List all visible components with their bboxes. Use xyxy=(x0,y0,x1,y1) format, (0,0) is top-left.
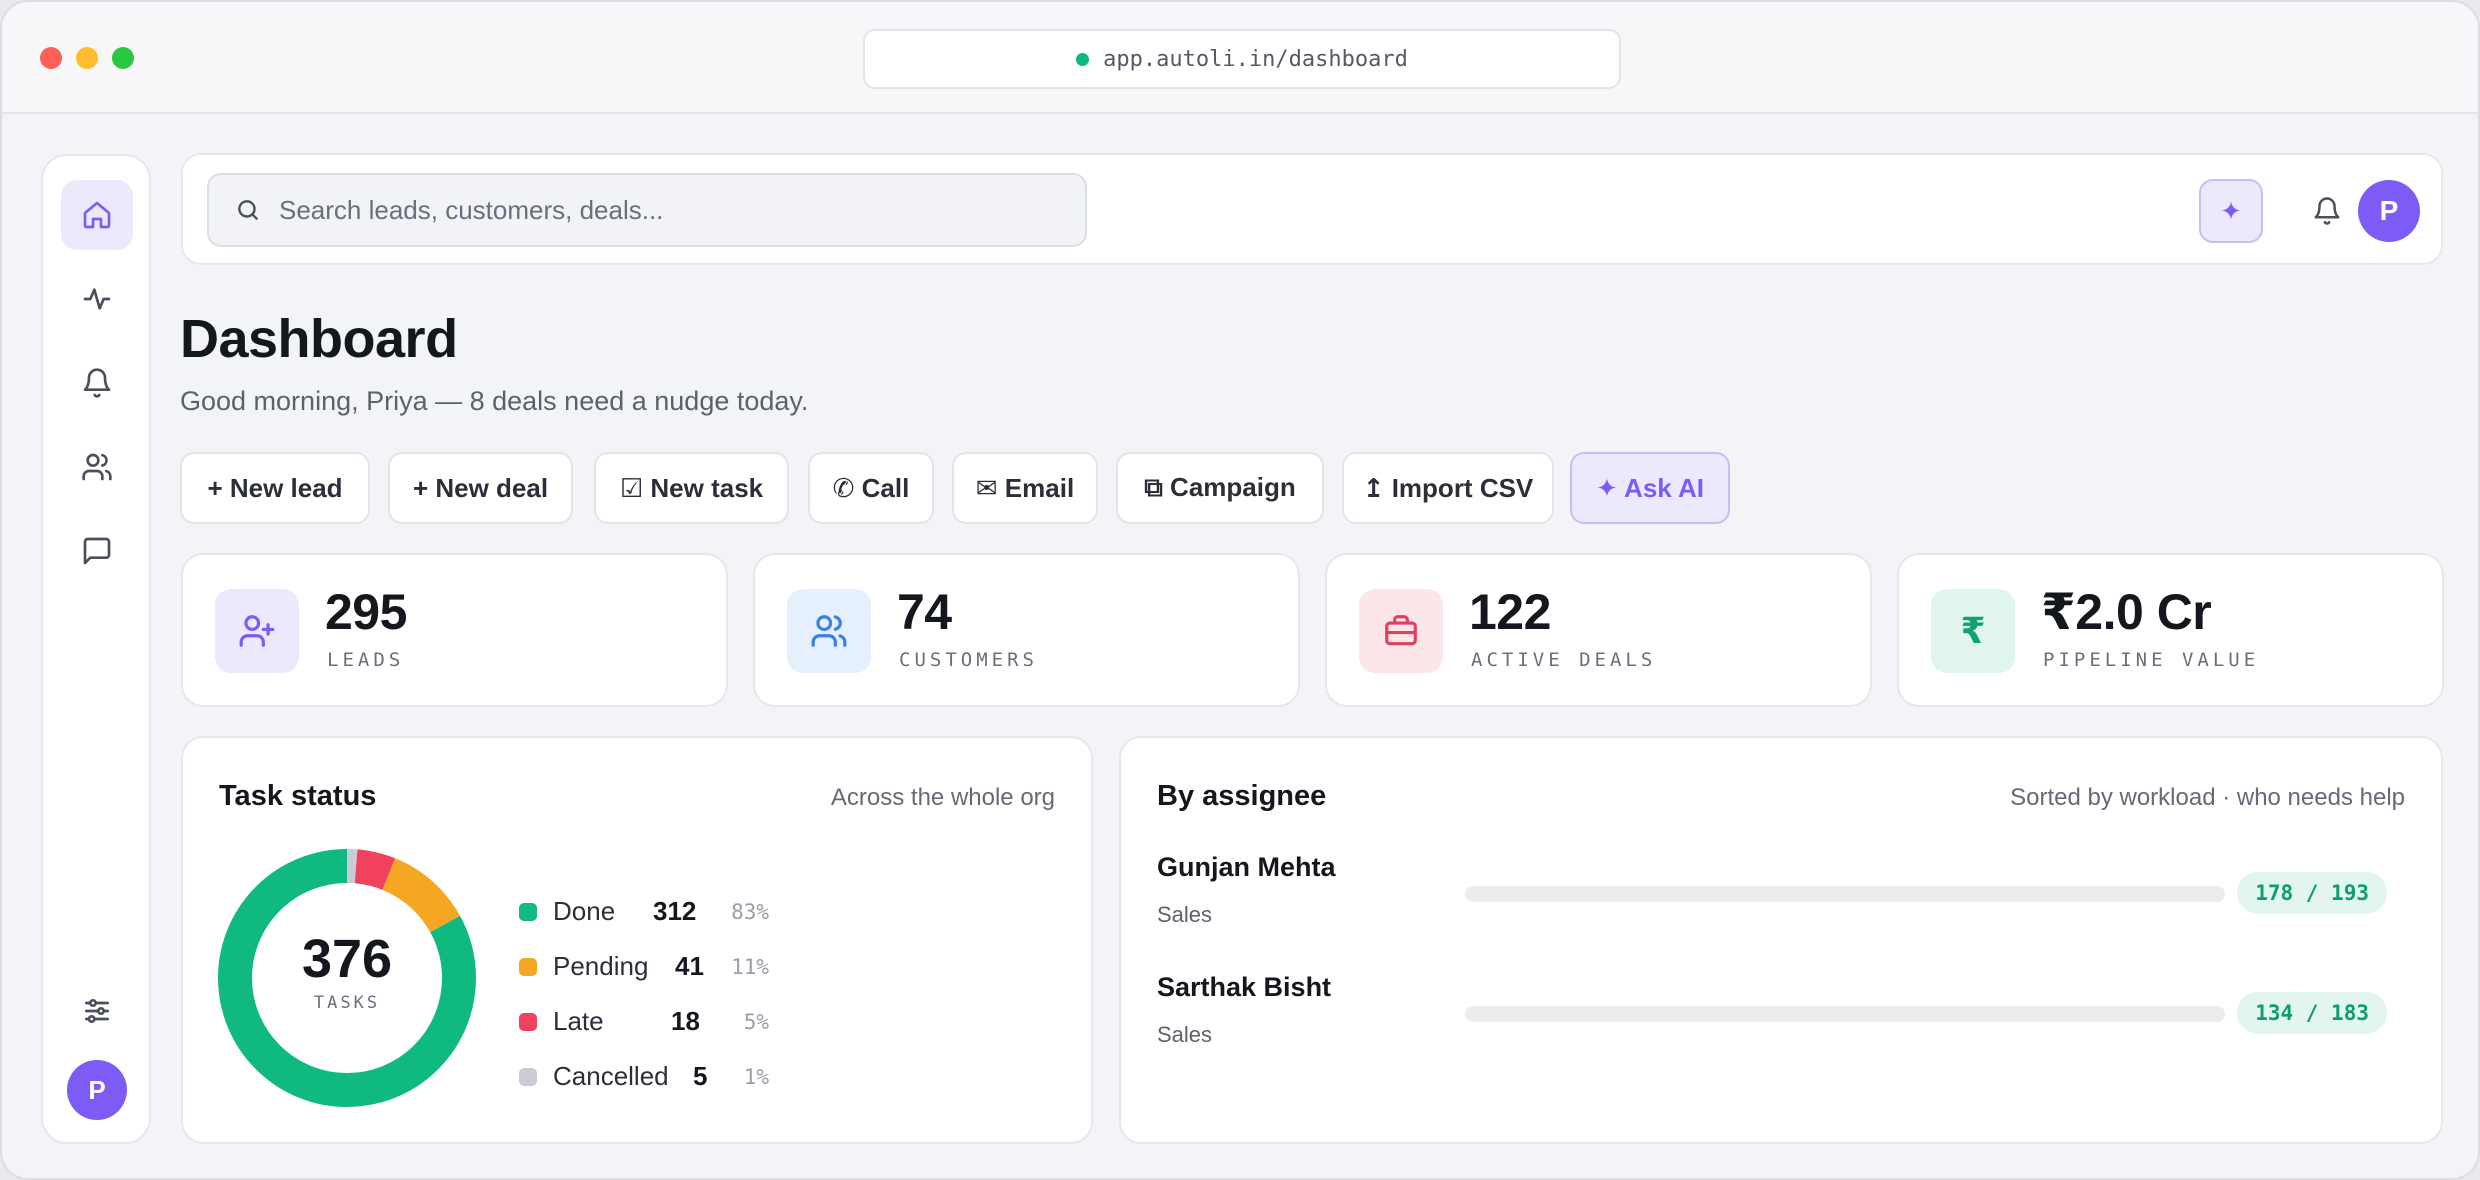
task-status-panel: Task status Across the whole org 376 TAS… xyxy=(181,736,1093,1144)
stat-value: 295 xyxy=(325,584,407,640)
stat-value: ₹2.0 Cr xyxy=(2041,584,2212,640)
bell-icon xyxy=(2314,197,2340,225)
users-icon xyxy=(82,453,112,481)
new-task-button[interactable]: ☑ New task xyxy=(594,452,789,524)
legend-row-cancelled: Cancelled 5 1% xyxy=(519,1059,819,1095)
stat-icon-box xyxy=(215,589,299,673)
stat-label: LEADS xyxy=(327,649,405,671)
minimize-window-button[interactable] xyxy=(76,47,98,69)
maximize-window-button[interactable] xyxy=(112,47,134,69)
stat-value: 122 xyxy=(1469,584,1551,640)
sidebar-avatar[interactable]: P xyxy=(67,1060,127,1120)
assignee-name: Sarthak Bisht xyxy=(1157,972,1332,1002)
sidebar: P xyxy=(41,154,151,1144)
sliders-icon xyxy=(85,999,109,1023)
sidebar-item-settings[interactable] xyxy=(61,976,133,1046)
sidebar-item-notifications[interactable] xyxy=(61,348,133,418)
address-bar[interactable]: app.autoli.in/dashboard xyxy=(863,29,1621,89)
bell-icon xyxy=(83,368,111,398)
user-plus-icon xyxy=(239,615,275,647)
stat-label: CUSTOMERS xyxy=(899,649,1038,671)
notifications-button[interactable] xyxy=(2299,183,2355,239)
workload-badge: 134 / 183 xyxy=(2237,992,2387,1034)
workload-bar xyxy=(1465,886,2225,902)
stat-icon-box xyxy=(787,589,871,673)
legend-row-done: Done 312 83% xyxy=(519,894,819,930)
workload-bar xyxy=(1465,1006,2225,1022)
workload-badge: 178 / 193 xyxy=(2237,872,2387,914)
sidebar-item-contacts[interactable] xyxy=(61,432,133,502)
legend-pct: 83% xyxy=(731,900,769,924)
legend-swatch xyxy=(519,903,537,921)
legend-name: Late xyxy=(553,1006,604,1036)
stat-label: PIPELINE VALUE xyxy=(2043,649,2260,671)
browser-window: app.autoli.in/dashboard P ✦ xyxy=(0,0,2480,1180)
search-icon xyxy=(238,200,258,220)
legend-pct: 1% xyxy=(743,1065,769,1089)
legend-count: 41 xyxy=(675,951,704,981)
sidebar-item-messages[interactable] xyxy=(61,516,133,586)
top-bar: ✦ P xyxy=(181,153,2443,265)
panel-title: Task status xyxy=(219,780,377,812)
briefcase-icon xyxy=(1385,615,1417,646)
assignee-name: Gunjan Mehta xyxy=(1157,852,1336,882)
stat-card-pipeline-value[interactable]: ₹ ₹2.0 Cr PIPELINE VALUE xyxy=(1897,553,2444,707)
email-button[interactable]: ✉ Email xyxy=(952,452,1098,524)
panel-title: By assignee xyxy=(1157,780,1327,812)
stat-card-active-deals[interactable]: 122 ACTIVE DEALS xyxy=(1325,553,1872,707)
title-bar: app.autoli.in/dashboard xyxy=(2,2,2478,114)
assignee-panel: By assignee Sorted by workload · who nee… xyxy=(1119,736,2443,1144)
campaign-button[interactable]: ⧉ Campaign xyxy=(1116,452,1324,524)
rupee-icon: ₹ xyxy=(1960,610,1986,651)
ask-ai-button[interactable]: ✦ Ask AI xyxy=(1570,452,1730,524)
legend-pct: 11% xyxy=(731,955,769,979)
panel-note: Across the whole org xyxy=(830,784,1055,811)
secure-status-dot xyxy=(1076,52,1090,66)
activity-icon xyxy=(83,288,111,310)
legend-name: Cancelled xyxy=(553,1061,669,1091)
legend-pct: 5% xyxy=(743,1010,769,1034)
import-csv-button[interactable]: ↥ Import CSV xyxy=(1342,452,1554,524)
url-text: app.autoli.in/dashboard xyxy=(1103,46,1408,72)
new-lead-button[interactable]: + New lead xyxy=(180,452,370,524)
stat-card-customers[interactable]: 74 CUSTOMERS xyxy=(753,553,1300,707)
stat-value: 74 xyxy=(897,584,952,640)
stat-icon-box: ₹ xyxy=(1931,589,2015,673)
call-button[interactable]: ✆ Call xyxy=(808,452,934,524)
donut-total: 376 xyxy=(301,929,393,989)
assignee-row[interactable]: Sarthak Bisht Sales 134 / 183 xyxy=(1157,972,2387,1052)
legend-swatch xyxy=(519,958,537,976)
panel-note: Sorted by workload · who needs help xyxy=(2010,784,2405,811)
search-input[interactable] xyxy=(279,194,1059,226)
legend-row-late: Late 18 5% xyxy=(519,1004,819,1040)
ai-assistant-button[interactable]: ✦ xyxy=(2199,179,2263,243)
assignee-role: Sales xyxy=(1157,1022,1213,1047)
new-deal-button[interactable]: + New deal xyxy=(388,452,573,524)
donut-total-label: TASKS xyxy=(313,993,381,1013)
legend-count: 18 xyxy=(671,1006,700,1036)
legend-row-pending: Pending 41 11% xyxy=(519,949,819,985)
assignee-row[interactable]: Gunjan Mehta Sales 178 / 193 xyxy=(1157,852,2387,932)
home-icon xyxy=(83,201,111,229)
legend-name: Done xyxy=(553,896,616,926)
page-subtitle: Good morning, Priya — 8 deals need a nud… xyxy=(180,386,809,416)
users-icon xyxy=(811,615,847,647)
close-window-button[interactable] xyxy=(40,47,62,69)
user-avatar[interactable]: P xyxy=(2358,180,2420,242)
sidebar-item-activity[interactable] xyxy=(61,264,133,334)
legend-count: 5 xyxy=(693,1061,708,1091)
stat-card-leads[interactable]: 295 LEADS xyxy=(181,553,728,707)
stat-label: ACTIVE DEALS xyxy=(1471,649,1657,671)
stat-icon-box xyxy=(1359,589,1443,673)
legend-count: 312 xyxy=(653,896,697,926)
search-box xyxy=(207,173,1087,247)
assignee-role: Sales xyxy=(1157,902,1213,927)
legend-swatch xyxy=(519,1068,537,1086)
legend-swatch xyxy=(519,1013,537,1031)
page-title: Dashboard xyxy=(180,309,458,369)
sidebar-item-home[interactable] xyxy=(61,180,133,250)
legend-name: Pending xyxy=(553,951,649,981)
chat-icon xyxy=(83,537,111,565)
